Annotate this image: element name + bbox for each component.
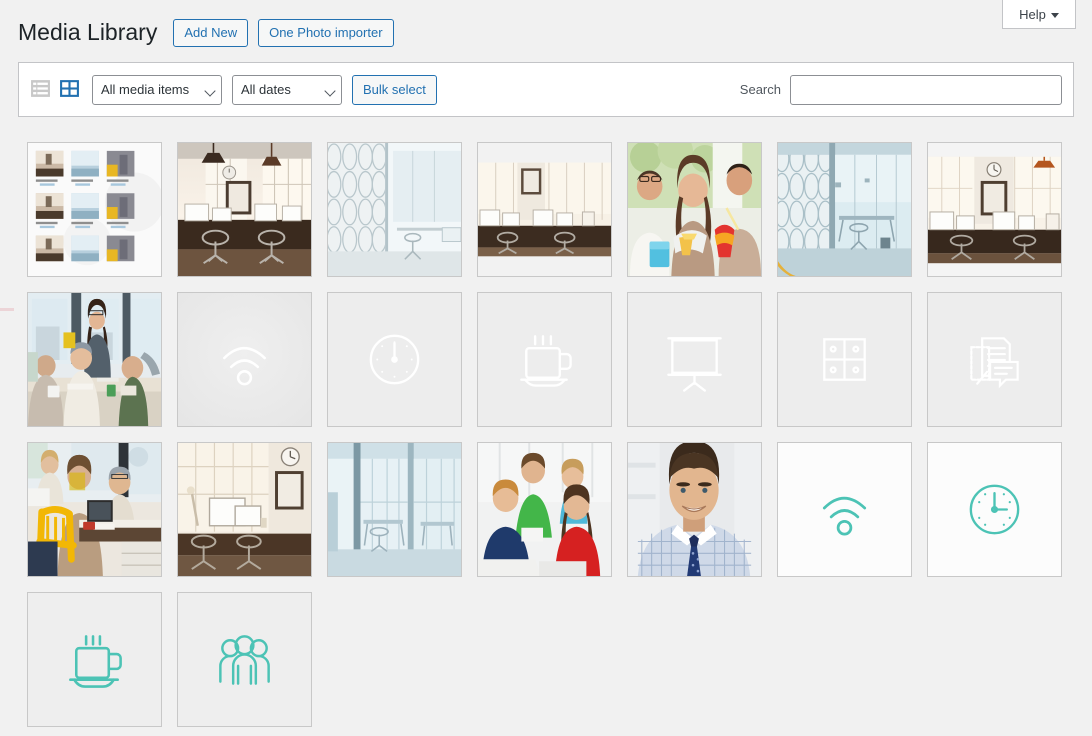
attachment-screenshot-thumbnails[interactable]	[27, 142, 162, 277]
page-title: Media Library	[18, 19, 158, 45]
attachment-glass-office-interior[interactable]	[327, 442, 462, 577]
attachment-patterned-wall-office[interactable]	[327, 142, 462, 277]
add-new-button[interactable]: Add New	[173, 18, 249, 47]
search-label: Search	[739, 82, 781, 97]
one-photo-importer-button[interactable]: One Photo importer	[258, 18, 394, 47]
attachment-desk-monitor-clock[interactable]	[177, 442, 312, 577]
date-filter-wrap: All dates	[232, 74, 352, 105]
attachment-office-clock-desks[interactable]	[927, 142, 1062, 277]
search-input[interactable]	[790, 74, 1062, 105]
media-filter-select[interactable]: All media items	[92, 74, 222, 105]
attachment-placeholder-documents-white[interactable]	[927, 292, 1062, 427]
chevron-down-icon	[1050, 12, 1059, 18]
bulk-select-button[interactable]: Bulk select	[352, 74, 437, 105]
attachment-group-four-people[interactable]	[477, 442, 612, 577]
attachment-placeholder-projector-white[interactable]	[627, 292, 762, 427]
date-filter-select[interactable]: All dates	[232, 74, 342, 105]
help-tab[interactable]: Help	[1002, 0, 1076, 29]
attachment-office-desks-wide[interactable]	[477, 142, 612, 277]
attachment-team-meeting-table[interactable]	[27, 292, 162, 427]
grid-view-icon[interactable]	[59, 78, 80, 102]
media-filter-wrap: All media items	[92, 74, 232, 105]
attachment-placeholder-wifi-teal[interactable]	[777, 442, 912, 577]
view-mode-switch	[30, 78, 80, 102]
attachment-friends-cocktails[interactable]	[627, 142, 762, 277]
attachment-placeholder-people-teal[interactable]	[177, 592, 312, 727]
attachment-woman-yellow-chair[interactable]	[27, 442, 162, 577]
attachment-placeholder-coffee-white[interactable]	[477, 292, 612, 427]
attachment-placeholder-clock-white[interactable]	[327, 292, 462, 427]
help-tab-label: Help	[1019, 6, 1046, 22]
search-group: Search	[739, 74, 1062, 105]
attachment-office-desks-window[interactable]	[177, 142, 312, 277]
attachments-grid	[27, 142, 1069, 727]
attachment-glass-partition-office[interactable]	[777, 142, 912, 277]
attachment-placeholder-clock-teal[interactable]	[927, 442, 1062, 577]
attachment-placeholder-window-white[interactable]	[777, 292, 912, 427]
attachment-placeholder-wifi-white[interactable]	[177, 292, 312, 427]
list-view-icon[interactable]	[30, 78, 51, 102]
edge-artifact	[0, 308, 14, 311]
attachment-placeholder-coffee-teal[interactable]	[27, 592, 162, 727]
media-toolbar: All media items All dates Bulk select Se…	[18, 62, 1074, 117]
page-header: Media Library Add New One Photo importer	[18, 18, 394, 48]
attachment-businessman-portrait[interactable]	[627, 442, 762, 577]
